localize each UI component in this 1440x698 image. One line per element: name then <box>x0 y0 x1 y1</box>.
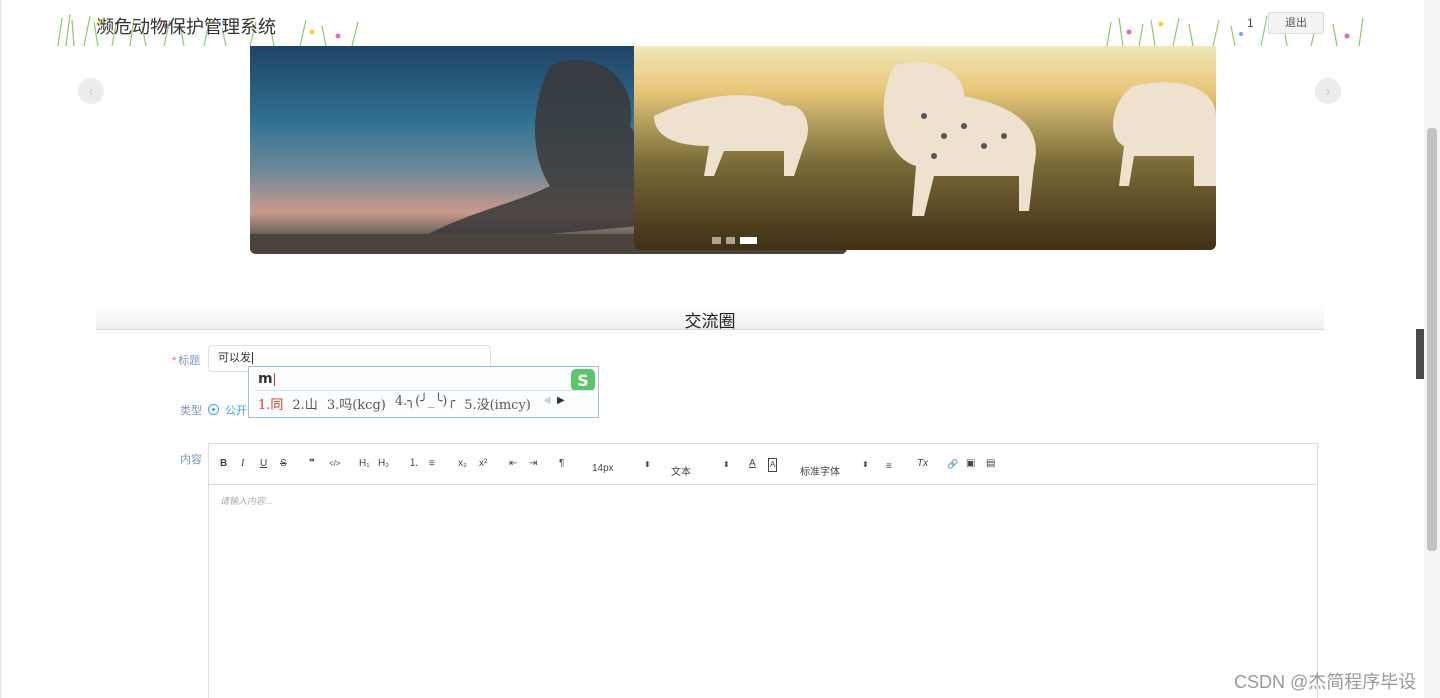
header-2-button[interactable]: H₂ <box>378 458 389 470</box>
text-caret <box>252 352 253 365</box>
text-direction-button[interactable]: ¶ <box>559 458 564 470</box>
carousel-slide-horses-image[interactable] <box>634 46 1216 250</box>
indent-button[interactable]: ⇥ <box>529 458 537 470</box>
type-label: 类型 <box>180 405 202 417</box>
type-radio-public[interactable] <box>208 404 219 415</box>
link-button[interactable]: 🔗 <box>947 458 958 470</box>
video-button[interactable]: ▤ <box>986 458 995 470</box>
site-title: 濒危动物保护管理系统 <box>96 17 276 37</box>
ime-candidate-window: m S 1.同 2.山 3.吗(kcg) 4.╮(╯_╰)╭ 5.没(imcy)… <box>248 366 599 418</box>
font-size-value: 14px <box>592 463 614 474</box>
italic-button[interactable]: I <box>241 458 244 470</box>
header-select-arrow-icon: ⬍ <box>723 460 730 469</box>
ime-prev-page-icon[interactable]: ◀ <box>543 395 551 406</box>
user-name: 1 <box>1247 16 1254 30</box>
font-color-button[interactable]: A <box>749 458 756 470</box>
grass-decoration-right-icon <box>1106 15 1364 46</box>
header: 濒危动物保护管理系统 1 退出 <box>54 0 1366 46</box>
underline-button[interactable]: U <box>260 458 267 470</box>
carousel-indicator-3[interactable] <box>740 237 757 244</box>
logout-button[interactable]: 退出 <box>1268 12 1324 34</box>
clean-format-button[interactable]: Tx <box>917 458 928 470</box>
content-label: 内容 <box>180 454 202 466</box>
superscript-button[interactable]: x² <box>479 458 487 470</box>
ime-next-page-icon[interactable]: ▶ <box>557 395 565 406</box>
align-button[interactable]: ≡ <box>886 461 892 473</box>
outdent-button[interactable]: ⇤ <box>509 458 517 470</box>
ime-candidate-5[interactable]: 5.没(imcy) <box>464 394 531 413</box>
section-title: 交流圈 <box>684 312 736 331</box>
editor-content-area[interactable]: 请输入内容... <box>220 494 273 507</box>
title-input-value: 可以发 <box>218 352 251 364</box>
font-family-select[interactable]: 标准字体 ⬍ <box>800 460 870 478</box>
carousel-indicators <box>712 237 757 244</box>
carousel-next-button[interactable]: › <box>1315 78 1341 104</box>
rich-text-editor: B I U S ❞ </> H₁ H₂ ⒈ ≡ x₂ x² ⇤ ⇥ ¶ 14px… <box>208 443 1318 698</box>
font-family-value: 标准字体 <box>800 467 840 478</box>
editor-toolbar: B I U S ❞ </> H₁ H₂ ⒈ ≡ x₂ x² ⇤ ⇥ ¶ 14px… <box>209 444 1317 485</box>
bold-button[interactable]: B <box>220 458 227 470</box>
background-color-button[interactable]: A <box>768 458 778 472</box>
scrollbar-thumb[interactable] <box>1427 128 1437 551</box>
carousel: ‹ › <box>0 46 1440 256</box>
subscript-button[interactable]: x₂ <box>458 458 467 470</box>
sogou-logo-letter: S <box>577 371 589 390</box>
font-size-select[interactable]: 14px ⬍ <box>592 460 652 474</box>
required-asterisk: * <box>172 355 177 367</box>
ime-caret <box>273 372 275 386</box>
ordered-list-button[interactable]: ⒈ <box>409 458 419 470</box>
ime-candidate-1[interactable]: 1.同 <box>258 394 283 413</box>
strike-button[interactable]: S <box>280 458 287 470</box>
section-header: 交流圈 <box>96 305 1324 331</box>
code-block-button[interactable]: </> <box>329 458 341 470</box>
header-select-value: 文本 <box>671 467 691 478</box>
title-label: * 标题 <box>172 352 200 368</box>
horses-illustration-icon <box>654 62 1216 216</box>
ime-divider <box>255 390 592 391</box>
title-label-text: 标题 <box>178 355 201 367</box>
blockquote-button[interactable]: ❞ <box>309 458 315 470</box>
header-select[interactable]: 文本 ⬍ <box>671 460 731 478</box>
font-family-arrow-icon: ⬍ <box>862 460 869 469</box>
ime-candidate-2[interactable]: 2.山 <box>292 394 317 413</box>
carousel-indicator-1[interactable] <box>712 237 721 244</box>
type-radio-label[interactable]: 公开 <box>225 402 247 418</box>
ime-pinyin-text: m <box>258 371 273 387</box>
header-1-button[interactable]: H₁ <box>359 458 370 470</box>
ime-candidate-3[interactable]: 3.吗(kcg) <box>327 394 386 413</box>
ime-candidate-list: 1.同 2.山 3.吗(kcg) 4.╮(╯_╰)╭ 5.没(imcy) <box>258 394 531 413</box>
ime-candidate-4[interactable]: 4.╮(╯_╰)╭ <box>395 394 455 413</box>
ime-pinyin-input: m <box>258 371 275 387</box>
bullet-list-button[interactable]: ≡ <box>429 458 435 470</box>
font-size-arrow-icon: ⬍ <box>644 460 651 469</box>
watermark: CSDN @杰简程序毕设 <box>1234 672 1417 692</box>
page-scrollbar[interactable] <box>1424 0 1440 698</box>
carousel-prev-button[interactable]: ‹ <box>78 78 104 104</box>
image-button[interactable]: ▣ <box>966 458 975 470</box>
carousel-indicator-2[interactable] <box>726 237 735 244</box>
